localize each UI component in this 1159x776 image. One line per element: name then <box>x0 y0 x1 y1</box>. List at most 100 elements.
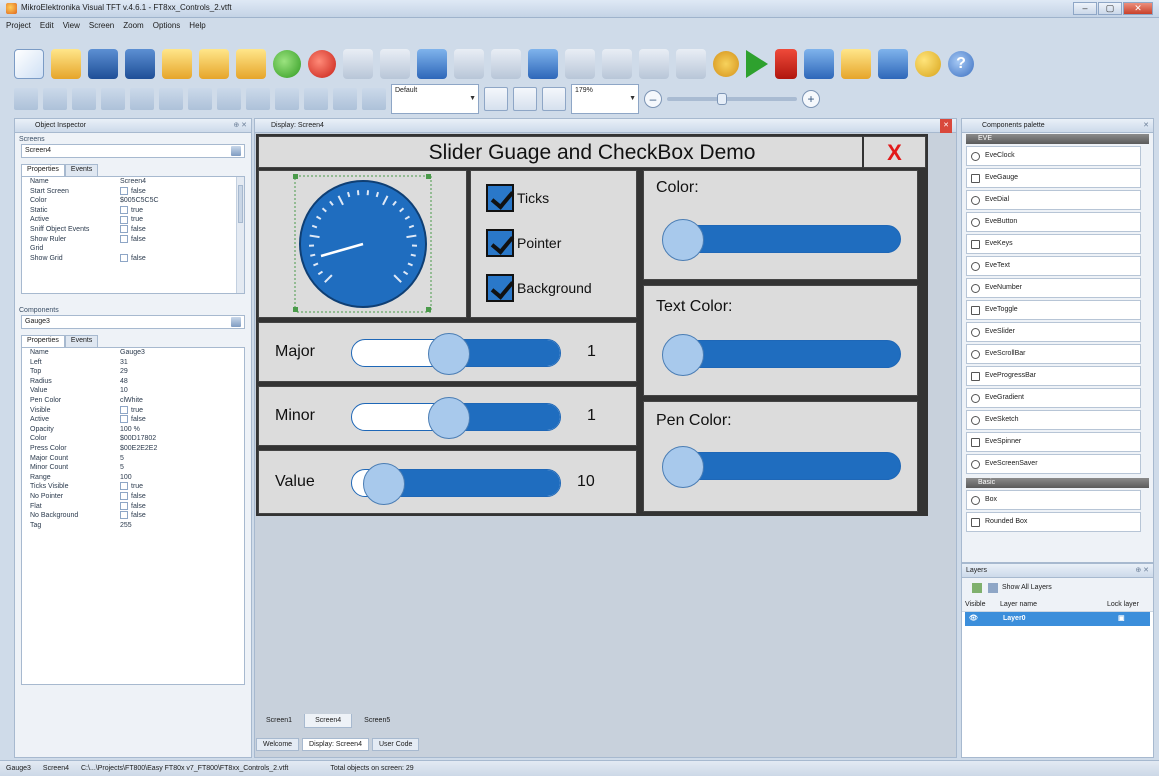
demo-close-button[interactable]: X <box>862 136 926 168</box>
scrollbar-thumb[interactable] <box>238 185 243 223</box>
property-row[interactable]: Visible true <box>22 406 244 416</box>
property-row[interactable]: Color $005C5C5C <box>22 196 244 206</box>
tab-screen1[interactable]: Screen1 <box>256 714 302 728</box>
import-icon[interactable] <box>343 49 373 79</box>
palette-item[interactable]: Box <box>966 490 1141 510</box>
project-settings-icon[interactable] <box>199 49 229 79</box>
new-project-icon[interactable] <box>14 49 44 79</box>
color-slider[interactable] <box>662 219 901 261</box>
slider-knob[interactable] <box>662 334 704 376</box>
space-horizontal-icon[interactable] <box>275 88 299 110</box>
close-icon[interactable]: ✕ <box>940 119 952 133</box>
pin-icon[interactable]: ⊕ ✕ <box>1135 564 1149 578</box>
bring-front-icon[interactable] <box>333 88 357 110</box>
undo-icon[interactable] <box>528 49 558 79</box>
tab-display-screen4[interactable]: Display: Screen4 <box>302 738 369 751</box>
property-value[interactable]: false <box>120 492 244 502</box>
property-value[interactable]: 48 <box>120 377 244 387</box>
delete-layer-icon[interactable] <box>988 583 998 593</box>
property-row[interactable]: Name Screen4 <box>22 177 244 187</box>
save-all-icon[interactable] <box>125 49 155 79</box>
palette-item[interactable]: EveSketch <box>966 410 1141 430</box>
palette-item[interactable]: EveGauge <box>966 168 1141 188</box>
preview-icon[interactable] <box>454 49 484 79</box>
property-row[interactable]: Active true <box>22 215 244 225</box>
align-top-icon[interactable] <box>101 88 125 110</box>
palette-item[interactable]: EveSlider <box>966 322 1141 342</box>
open-project-icon[interactable] <box>51 49 81 79</box>
property-value[interactable] <box>120 244 244 254</box>
property-row[interactable]: Tag 255 <box>22 521 244 531</box>
palette-item[interactable]: EveText <box>966 256 1141 276</box>
background-checkbox[interactable] <box>486 274 514 302</box>
chevron-down-icon[interactable] <box>231 146 241 156</box>
palette-item[interactable]: EveSpinner <box>966 432 1141 452</box>
property-value[interactable]: $00D17802 <box>120 434 244 444</box>
key-icon[interactable] <box>915 51 941 77</box>
palette-item[interactable]: EveToggle <box>966 300 1141 320</box>
help-icon[interactable]: ? <box>948 51 974 77</box>
add-layer-icon[interactable] <box>972 583 982 593</box>
slider-knob[interactable] <box>362 463 405 505</box>
chevron-down-icon[interactable] <box>231 317 241 327</box>
palette-item[interactable]: EveGradient <box>966 388 1141 408</box>
palette-item[interactable]: EveScrollBar <box>966 344 1141 364</box>
property-row[interactable]: Left 31 <box>22 358 244 368</box>
property-row[interactable]: Sniff Object Events false <box>22 225 244 235</box>
palette-group-basic[interactable]: Basic <box>966 478 1149 488</box>
resources-icon[interactable] <box>804 49 834 79</box>
tools-icon[interactable] <box>491 49 521 79</box>
copy-icon[interactable] <box>639 49 669 79</box>
close-project-icon[interactable] <box>162 49 192 79</box>
minor-slider[interactable] <box>351 397 561 439</box>
property-row[interactable]: Opacity 100 % <box>22 425 244 435</box>
pen-color-slider[interactable] <box>662 446 901 488</box>
align-middle-icon[interactable] <box>130 88 154 110</box>
tab-user-code[interactable]: User Code <box>371 738 420 751</box>
menu-view[interactable]: View <box>63 21 80 30</box>
palette-item[interactable]: EveKeys <box>966 234 1141 254</box>
palette-item[interactable]: Rounded Box <box>966 512 1141 532</box>
palette-group-eve[interactable]: EVE <box>966 134 1149 144</box>
property-row[interactable]: Flat false <box>22 502 244 512</box>
build-icon[interactable] <box>713 51 739 77</box>
redo-icon[interactable] <box>565 49 595 79</box>
screen-select[interactable]: Screen4 <box>21 144 245 158</box>
property-value[interactable]: false <box>120 225 244 235</box>
lock-icon[interactable]: ▣ <box>1104 612 1150 626</box>
menu-edit[interactable]: Edit <box>40 21 54 30</box>
slider-knob[interactable] <box>662 446 704 488</box>
document-icon[interactable] <box>236 49 266 79</box>
layer-select[interactable]: Default ▼ <box>391 84 479 114</box>
property-row[interactable]: Press Color $00E2E2E2 <box>22 444 244 454</box>
paste-icon[interactable] <box>676 49 706 79</box>
tab-properties[interactable]: Properties <box>21 335 65 347</box>
same-size-icon[interactable] <box>246 88 270 110</box>
property-value[interactable]: Screen4 <box>120 177 244 187</box>
same-height-icon[interactable] <box>217 88 241 110</box>
send-back-icon[interactable] <box>362 88 386 110</box>
property-row[interactable]: Color $00D17802 <box>22 434 244 444</box>
palette-item[interactable]: EveScreenSaver <box>966 454 1141 474</box>
handle-icon[interactable] <box>426 174 431 179</box>
pointer-checkbox[interactable] <box>486 229 514 257</box>
value-slider[interactable] <box>351 463 561 505</box>
property-row[interactable]: No Background false <box>22 511 244 521</box>
align-right-icon[interactable] <box>72 88 96 110</box>
palette-item[interactable]: EveNumber <box>966 278 1141 298</box>
property-row[interactable]: Value 10 <box>22 386 244 396</box>
close-icon[interactable]: ✕ <box>1143 119 1149 133</box>
tab-events[interactable]: Events <box>64 164 99 176</box>
minimize-button[interactable]: – <box>1073 2 1097 15</box>
property-row[interactable]: Radius 48 <box>22 377 244 387</box>
space-vertical-icon[interactable] <box>304 88 328 110</box>
property-row[interactable]: Active false <box>22 415 244 425</box>
close-window-button[interactable]: ✕ <box>1123 2 1153 15</box>
align-center-icon[interactable] <box>43 88 67 110</box>
property-row[interactable]: Show Ruler false <box>22 235 244 245</box>
handle-icon[interactable] <box>293 307 298 312</box>
major-slider[interactable] <box>351 333 561 375</box>
property-row[interactable]: Pen Color clWhite <box>22 396 244 406</box>
ticks-checkbox[interactable] <box>486 184 514 212</box>
property-value[interactable]: 31 <box>120 358 244 368</box>
